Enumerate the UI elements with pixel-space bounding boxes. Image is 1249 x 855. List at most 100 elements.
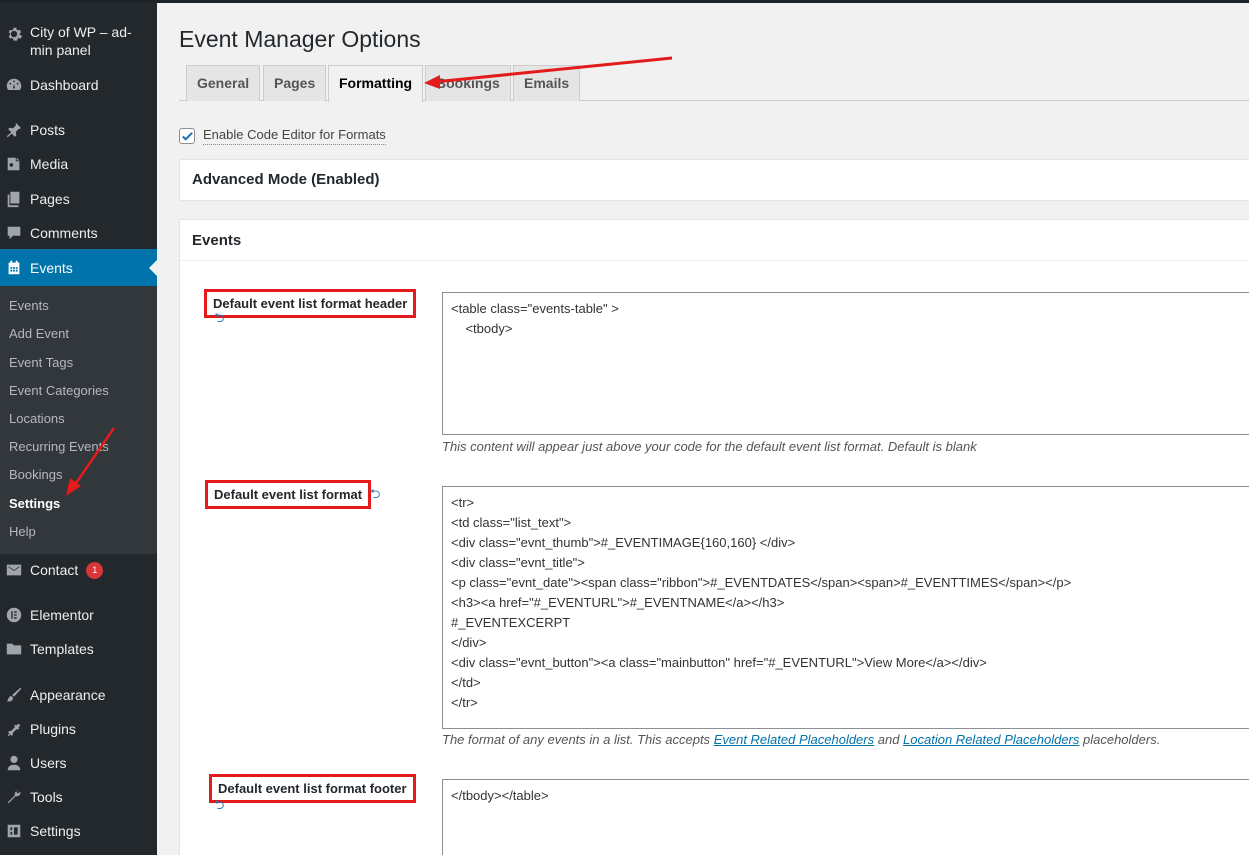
menu-posts[interactable]: Posts [0, 113, 157, 147]
site-title: City of WP – ad-min panel [30, 24, 132, 58]
calendar-icon [0, 259, 30, 277]
menu-comments[interactable]: Comments [0, 216, 157, 250]
footer-format-textarea[interactable]: </tbody></table> [442, 779, 1249, 855]
menu-label: Contact [30, 562, 79, 578]
advanced-mode-heading[interactable]: Advanced Mode (Enabled) [180, 160, 1249, 200]
menu-elementor[interactable]: Elementor [0, 598, 157, 632]
menu-label: Plugins [30, 721, 76, 737]
code-line: <div class="evnt_button"><a class="mainb… [451, 655, 987, 670]
menu-label: Posts [30, 122, 66, 138]
elementor-icon [0, 606, 30, 624]
submenu-event-tags[interactable]: Event Tags [9, 355, 73, 370]
events-heading[interactable]: Events [180, 220, 1249, 261]
submenu-event-categories[interactable]: Event Categories [9, 383, 109, 398]
list-format-textarea[interactable]: <tr> <td class="list_text"> <div class="ev… [442, 486, 1249, 729]
plugin-icon [0, 720, 30, 738]
code-line: <h3><a href="#_EVENTURL">#_EVENTNAME</a>… [451, 595, 785, 610]
menu-pages[interactable]: Pages [0, 182, 157, 216]
page-title: Event Manager Options [179, 26, 421, 52]
menu-label: Comments [30, 225, 98, 241]
advanced-mode-box: Advanced Mode (Enabled) [179, 159, 1249, 201]
folder-icon [0, 640, 30, 658]
pin-icon [0, 121, 30, 139]
gear-icon [0, 23, 30, 43]
code-line: <tbody> [451, 321, 513, 336]
code-line: <td class="list_text"> [451, 515, 572, 530]
code-line: </div> [451, 635, 487, 650]
menu-label: Settings [30, 823, 81, 839]
menu-label: Users [30, 755, 67, 771]
menu-label: Events [30, 259, 73, 276]
events-submenu: Events Add Event Event Tags Event Catego… [0, 286, 157, 554]
tab-formatting[interactable]: Formatting [328, 65, 424, 102]
menu-contact[interactable]: Contact 1 [0, 553, 157, 587]
submenu-recurring-events[interactable]: Recurring Events [9, 439, 109, 454]
tab-pages[interactable]: Pages [263, 65, 327, 101]
tab-general[interactable]: General [186, 65, 261, 101]
submenu-add-event[interactable]: Add Event [9, 326, 69, 341]
submenu-events[interactable]: Events [9, 298, 49, 313]
submenu-help[interactable]: Help [9, 524, 36, 539]
top-bar [0, 0, 1249, 3]
tab-bar: General Pages Formatting Bookings Emails [179, 65, 1249, 102]
desc-text: The format of any events in a list. This… [442, 732, 714, 747]
submenu-locations[interactable]: Locations [9, 411, 65, 426]
comment-icon [0, 224, 30, 242]
header-format-label: Default event list format header [204, 289, 417, 318]
desc-text: placeholders. [1079, 732, 1161, 747]
wrench-icon [0, 788, 30, 806]
tab-bookings[interactable]: Bookings [425, 65, 511, 101]
reset-icon[interactable]: ⮌ [214, 309, 224, 331]
location-placeholders-link[interactable]: Location Related Placeholders [903, 732, 1079, 747]
list-format-label: Default event list format [205, 480, 372, 509]
admin-sidebar: City of WP – ad-min panel Dashboard Post… [0, 3, 157, 855]
event-placeholders-link[interactable]: Event Related Placeholders [714, 732, 874, 747]
menu-dashboard[interactable]: Dashboard [0, 68, 157, 102]
code-editor-option: Enable Code Editor for Formats [179, 127, 386, 145]
menu-label: Media [30, 156, 69, 172]
mail-icon [0, 561, 30, 579]
menu-label: Elementor [30, 607, 94, 623]
code-line: #_EVENTEXCERPT [451, 615, 571, 630]
reset-icon[interactable]: ⮌ [214, 796, 224, 818]
menu-templates[interactable]: Templates [0, 632, 157, 666]
notification-badge: 1 [86, 561, 104, 579]
code-line: <div class="evnt_thumb">#_EVENTIMAGE{160… [451, 535, 796, 550]
code-line: </td> [451, 675, 481, 690]
code-line: <table class="events-table" > [451, 301, 619, 316]
media-icon [0, 155, 30, 173]
menu-label: Tools [30, 789, 63, 805]
menu-media[interactable]: Media [0, 147, 157, 181]
code-line: </tbody></table> [451, 788, 549, 803]
submenu-bookings[interactable]: Bookings [9, 467, 62, 482]
footer-format-label: Default event list format footer [209, 774, 416, 803]
menu-tools[interactable]: Tools [0, 780, 157, 814]
submenu-settings[interactable]: Settings [9, 496, 60, 511]
code-editor-checkbox[interactable] [179, 128, 195, 144]
menu-appearance[interactable]: Appearance [0, 678, 157, 712]
site-title-item[interactable]: City of WP – ad-min panel [0, 23, 157, 63]
brush-icon [0, 686, 30, 704]
header-format-description: This content will appear just above your… [442, 439, 977, 454]
code-editor-label[interactable]: Enable Code Editor for Formats [203, 127, 386, 145]
menu-events[interactable]: Events [0, 249, 157, 286]
list-format-description: The format of any events in a list. This… [442, 732, 1160, 747]
header-format-textarea[interactable]: <table class="events-table" > <tbody> [442, 292, 1249, 435]
menu-settings[interactable]: Settings [0, 814, 157, 848]
menu-users[interactable]: Users [0, 746, 157, 780]
user-icon [0, 754, 30, 772]
code-line: </tr> [451, 695, 478, 710]
menu-label: Dashboard [30, 77, 99, 93]
reset-icon[interactable]: ⮌ [370, 485, 380, 507]
menu-label: Appearance [30, 687, 106, 703]
settings-icon [0, 822, 30, 840]
code-line: <div class="evnt_title"> [451, 555, 585, 570]
desc-text: and [874, 732, 904, 747]
dashboard-icon [0, 76, 30, 94]
tab-emails[interactable]: Emails [513, 65, 581, 101]
checkmark-icon [181, 131, 193, 141]
menu-label: Pages [30, 191, 70, 207]
menu-plugins[interactable]: Plugins [0, 712, 157, 746]
menu-label: Templates [30, 641, 94, 657]
pages-icon [0, 190, 30, 208]
